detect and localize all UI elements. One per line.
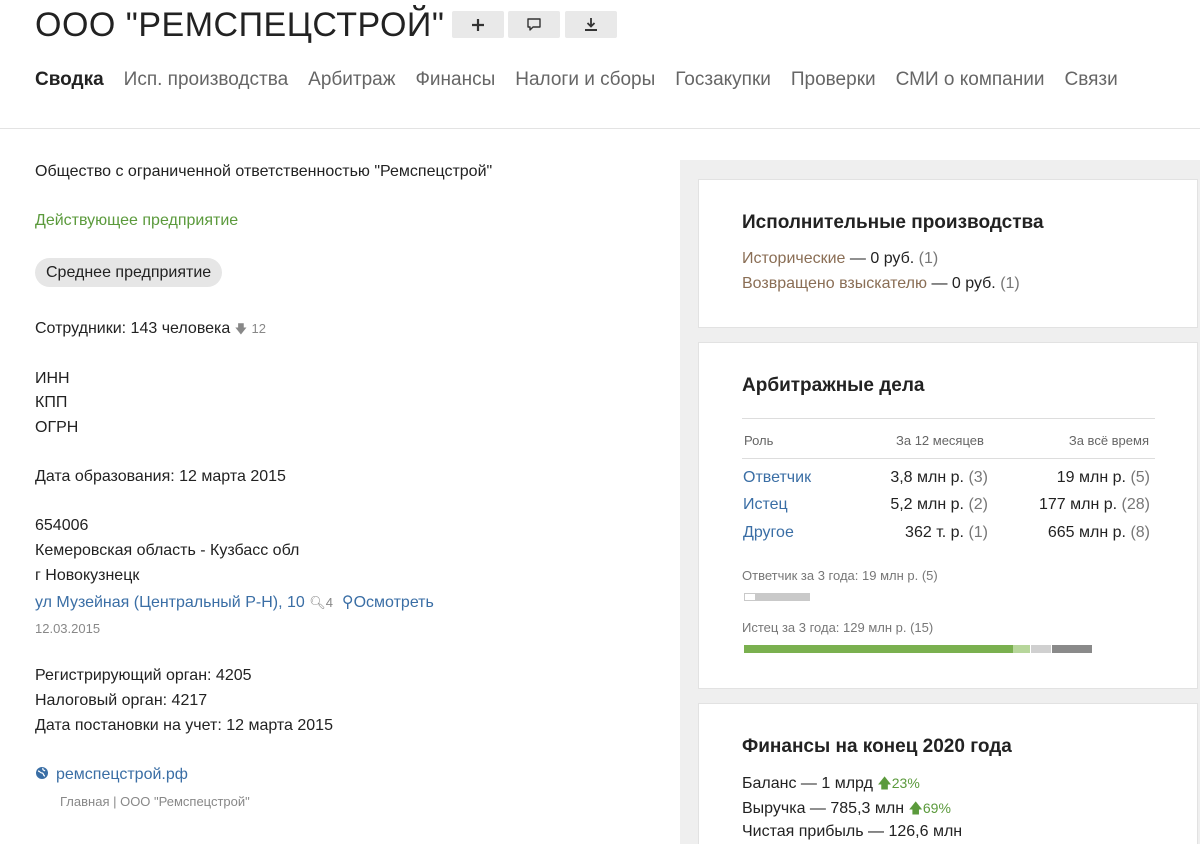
region: Кемеровская область - Кузбасс обл [35,542,300,559]
balance-row: Баланс — 1 млрд 🡅23% [742,773,920,797]
website-description: Главная | ООО "Ремспецстрой" [60,794,250,809]
founded-date: Дата образования: 12 марта 2015 [35,468,286,485]
table-row: Ответчик 3,8 млн р. (3) 19 млн р. (5) [742,469,1155,493]
balance-change: 23% [891,775,920,791]
tab-enforcement[interactable]: Исп. производства [124,69,289,91]
tab-finance[interactable]: Финансы [415,69,495,91]
street-link[interactable]: ул Музейная (Центральный Р-Н), 10 [35,594,305,611]
revenue-change: 69% [922,800,951,816]
profit-row: Чистая прибыль — 126,6 млн [742,823,963,840]
arrow-up-icon: 🡅 [908,800,923,816]
add-button[interactable] [452,11,504,38]
defendant-3y-label: Ответчик за 3 года: 19 млн р. (5) [742,568,938,583]
employees-label: Сотрудники: 143 человека [35,320,231,337]
company-header: ООО "РЕМСПЕЦСТРОЙ" Сводка Исп. производс… [0,0,1200,129]
all-value: 665 млн р. (8) [1047,524,1150,541]
enforcement-returned: Возвращено взыскателю — 0 руб. (1) [742,275,1020,293]
full-name: Общество с ограниченной ответственностью… [35,163,493,180]
historic-count: (1) [914,250,939,267]
finance-card: Финансы на конец 2020 года Баланс — 1 мл… [698,703,1198,844]
kpp-label: КПП [35,394,68,411]
col-12-months: За 12 месяцев [896,433,984,448]
address-date: 12.03.2015 [35,621,101,636]
employees-change: 12 [251,321,266,336]
plus-icon [472,18,484,31]
enforcement-historic: Исторические — 0 руб. (1) [742,250,938,268]
tab-summary[interactable]: Сводка [35,69,104,91]
returned-link[interactable]: Возвращено взыскателю [742,275,927,292]
tab-taxes[interactable]: Налоги и сборы [515,69,655,91]
role-link[interactable]: Другое [743,524,794,542]
role-link[interactable]: Ответчик [743,469,811,487]
all-value: 19 млн р. (5) [1056,469,1150,486]
col-all-time: За всё время [1068,433,1149,448]
reg-date: Дата постановки на учет: 12 марта 2015 [35,717,333,734]
year-value: 3,8 млн р. (3) [890,469,988,486]
tab-inspections[interactable]: Проверки [791,69,876,91]
arbitration-table: Роль За 12 месяцев За всё время Ответчик… [742,418,1155,541]
balance-value: Баланс — 1 млрд [742,775,873,792]
comment-icon [527,18,541,31]
website-row: ремспецстрой.рф [35,766,188,784]
postcode: 654006 [35,517,89,534]
returned-value: — 0 руб. [927,275,996,292]
plaintiff-bar [744,645,1092,653]
comment-button[interactable] [508,11,560,38]
all-value: 177 млн р. (28) [1038,496,1150,513]
col-role: Роль [744,433,774,448]
arbitration-title: Арбитражные дела [742,375,925,396]
table-row: Истец 5,2 млн р. (2) 177 млн р. (28) [742,496,1155,520]
reg-body: Регистрирующий орган: 4205 [35,667,252,684]
employees-row: Сотрудники: 143 человека 🡇 12 [35,320,266,341]
historic-value: — 0 руб. [845,250,915,267]
status-text: Действующее предприятие [35,212,239,229]
tab-media[interactable]: СМИ о компании [896,69,1045,91]
street-row: ул Музейная (Центральный Р-Н), 10 🔍︎4 ⚲О… [35,592,434,612]
defendant-bar [744,593,810,601]
tab-arbitration[interactable]: Арбитраж [308,69,395,91]
finance-title: Финансы на конец 2020 года [742,736,1012,757]
section-nav: Сводка Исп. производства Арбитраж Финанс… [35,69,1138,91]
tab-connections[interactable]: Связи [1064,69,1117,91]
download-icon [585,18,597,31]
returned-count: (1) [995,275,1020,292]
company-title: ООО "РЕМСПЕЦСТРОЙ" [35,6,445,44]
enforcement-card: Исполнительные производства Исторические… [698,179,1198,328]
map-pin-icon[interactable]: ⚲ [337,594,354,611]
year-value: 362 т. р. (1) [905,524,988,541]
arrow-down-icon: 🡇 [234,322,248,336]
ogrn-label: ОГРН [35,419,79,436]
revenue-value: Выручка — 785,3 млн [742,800,905,817]
table-header: Роль За 12 месяцев За всё время [742,419,1155,459]
tab-procurement[interactable]: Госзакупки [675,69,771,91]
historic-link[interactable]: Исторические [742,250,845,267]
year-value: 5,2 млн р. (2) [890,496,988,513]
search-icon[interactable]: 🔍︎ [309,595,326,610]
globe-icon [36,767,48,779]
download-button[interactable] [565,11,617,38]
size-badge: Среднее предприятие [35,258,223,287]
table-row: Другое 362 т. р. (1) 665 млн р. (8) [742,524,1155,548]
website-link[interactable]: ремспецстрой.рф [56,766,188,783]
view-location-link[interactable]: Осмотреть [354,594,434,611]
revenue-row: Выручка — 785,3 млн 🡅69% [742,798,951,822]
arrow-up-icon: 🡅 [877,775,892,791]
plaintiff-3y-label: Истец за 3 года: 129 млн р. (15) [742,620,934,635]
role-link[interactable]: Истец [743,496,788,514]
search-count: 4 [325,595,333,610]
tax-body: Налоговый орган: 4217 [35,692,208,709]
enforcement-title: Исполнительные производства [742,212,1044,233]
city: г Новокузнецк [35,567,140,584]
inn-label: ИНН [35,370,70,387]
arbitration-card: Арбитражные дела Роль За 12 месяцев За в… [698,342,1198,689]
